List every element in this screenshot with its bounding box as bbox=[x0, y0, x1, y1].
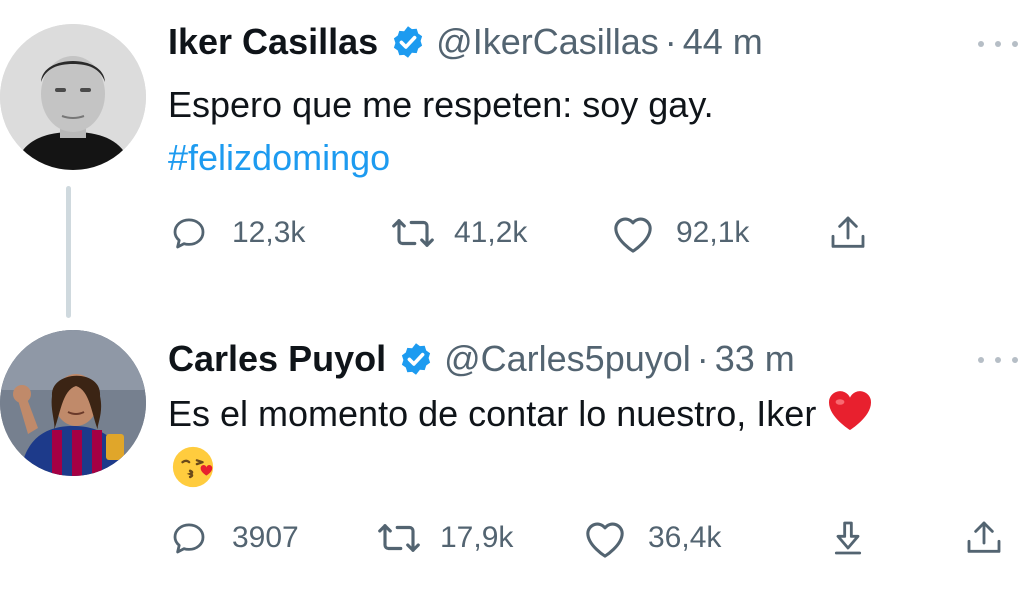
reply-icon bbox=[168, 517, 210, 559]
tweet-header: Iker Casillas @IkerCasillas · 44 m bbox=[168, 19, 763, 65]
more-dots-icon[interactable] bbox=[978, 350, 1018, 370]
retweet-count: 17,9k bbox=[440, 521, 514, 554]
download-button[interactable] bbox=[828, 513, 868, 563]
like-count: 36,4k bbox=[648, 521, 722, 554]
like-icon bbox=[582, 517, 628, 559]
separator-dot: · bbox=[696, 338, 709, 379]
avatar-carles-puyol[interactable] bbox=[0, 330, 146, 476]
separator-dot: · bbox=[664, 21, 677, 62]
verified-badge-icon bbox=[390, 24, 426, 60]
red-heart-emoji bbox=[826, 388, 874, 445]
action-bar: 12,3k 41,2k 92,1k bbox=[168, 208, 1024, 258]
tweet-text: Espero que me respeten: soy gay. bbox=[168, 84, 714, 125]
retweet-icon bbox=[374, 517, 424, 559]
reply-button[interactable]: 3907 bbox=[168, 513, 299, 563]
tweet-carles-puyol[interactable]: Carles Puyol @Carles5puyol · 33 m Es el … bbox=[0, 316, 1024, 597]
user-handle[interactable]: @Carles5puyol bbox=[444, 336, 691, 382]
more-dots-icon[interactable] bbox=[978, 34, 1018, 54]
tweet-text: Es el momento de contar lo nuestro, Iker bbox=[168, 388, 874, 445]
timestamp[interactable]: 44 m bbox=[683, 19, 763, 65]
display-name[interactable]: Iker Casillas bbox=[168, 19, 378, 65]
retweet-icon bbox=[388, 212, 438, 254]
share-button[interactable] bbox=[964, 513, 1004, 563]
action-bar: 3907 17,9k 36,4k bbox=[168, 513, 1024, 563]
download-icon bbox=[828, 517, 868, 559]
reply-icon bbox=[168, 212, 210, 254]
retweet-button[interactable]: 41,2k bbox=[388, 208, 527, 258]
like-count: 92,1k bbox=[676, 216, 750, 249]
share-icon bbox=[964, 517, 1004, 559]
tweet-text-line: Es el momento de contar lo nuestro, Iker bbox=[168, 393, 817, 435]
timestamp[interactable]: 33 m bbox=[715, 336, 795, 382]
like-button[interactable]: 92,1k bbox=[610, 208, 749, 258]
like-icon bbox=[610, 212, 656, 254]
like-button[interactable]: 36,4k bbox=[582, 513, 721, 563]
share-icon bbox=[828, 212, 868, 254]
tweet-iker-casillas[interactable]: Iker Casillas @IkerCasillas · 44 m Esper… bbox=[0, 0, 1024, 318]
retweet-count: 41,2k bbox=[454, 216, 528, 249]
face-blowing-kiss-emoji bbox=[170, 444, 216, 495]
retweet-button[interactable]: 17,9k bbox=[374, 513, 513, 563]
reply-count: 3907 bbox=[232, 521, 299, 554]
hashtag-link[interactable]: #felizdomingo bbox=[168, 133, 390, 183]
avatar-iker-casillas[interactable] bbox=[0, 24, 146, 170]
reply-button[interactable]: 12,3k bbox=[168, 208, 305, 258]
reply-count: 12,3k bbox=[232, 216, 306, 249]
tweet-header: Carles Puyol @Carles5puyol · 33 m bbox=[168, 336, 795, 382]
display-name[interactable]: Carles Puyol bbox=[168, 336, 386, 382]
verified-badge-icon bbox=[398, 341, 434, 377]
share-button[interactable] bbox=[828, 208, 868, 258]
user-handle[interactable]: @IkerCasillas bbox=[436, 19, 659, 65]
thread-line bbox=[66, 186, 71, 318]
